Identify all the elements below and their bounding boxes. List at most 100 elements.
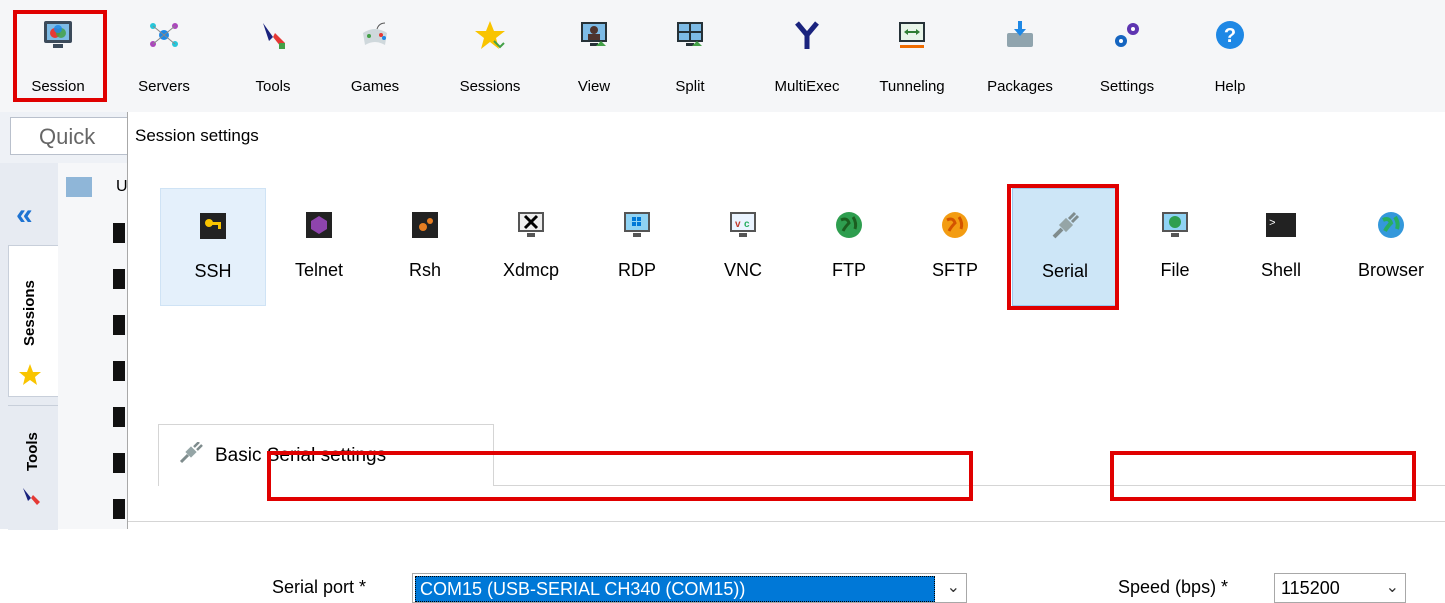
protocol-label: VNC bbox=[723, 260, 762, 280]
split-icon bbox=[673, 18, 707, 52]
tree-item-icon[interactable] bbox=[113, 499, 125, 519]
globe-icon bbox=[834, 210, 864, 240]
file-monitor-icon bbox=[1160, 210, 1190, 240]
protocol-label: SFTP bbox=[931, 260, 978, 280]
serial-port-value: COM15 (USB-SERIAL CH340 (COM15)) bbox=[415, 576, 935, 602]
tree-root-label: U bbox=[116, 178, 128, 195]
toolbar-servers-button[interactable]: Servers bbox=[126, 8, 202, 102]
tunneling-icon bbox=[895, 18, 929, 52]
toolbar-label: Split bbox=[675, 78, 705, 95]
vnc-icon: vc bbox=[728, 210, 758, 240]
serial-plug-icon bbox=[1050, 211, 1080, 241]
protocol-file[interactable]: File bbox=[1122, 188, 1228, 306]
gears-icon bbox=[1110, 18, 1144, 52]
key-icon bbox=[198, 211, 228, 241]
browser-globe-icon bbox=[1376, 210, 1406, 240]
multiexec-icon bbox=[790, 18, 824, 52]
chevron-down-icon[interactable]: ⌄ bbox=[1386, 577, 1399, 597]
quick-connect-text: Quick bbox=[39, 124, 96, 149]
tree-item-icon[interactable] bbox=[113, 269, 125, 289]
globe-orange-icon bbox=[940, 210, 970, 240]
protocol-label: Xdmcp bbox=[502, 260, 560, 280]
toolbar-multiexec-button[interactable]: MultiExec bbox=[762, 8, 852, 102]
protocol-vnc[interactable]: vc VNC bbox=[690, 188, 796, 306]
protocol-selector: SSH Telnet Rsh Xdmcp RDP vc VNC FTP SFTP bbox=[158, 188, 1445, 308]
toolbar-split-button[interactable]: Split bbox=[660, 8, 720, 102]
collapse-sidebar-icon[interactable]: « bbox=[16, 198, 33, 232]
chevron-down-icon[interactable]: ⌄ bbox=[947, 577, 960, 597]
speed-label: Speed (bps) * bbox=[1118, 577, 1229, 597]
star-icon bbox=[18, 363, 42, 392]
toolbar-tools-button[interactable]: Tools bbox=[240, 8, 306, 102]
protocol-shell[interactable]: > Shell bbox=[1228, 188, 1334, 306]
sessions-tree: U bbox=[58, 163, 128, 529]
svg-text:v: v bbox=[735, 219, 741, 230]
terminal-icon: > bbox=[1266, 210, 1296, 240]
serial-port-select[interactable]: COM15 (USB-SERIAL CH340 (COM15)) ⌄ bbox=[412, 573, 967, 603]
toolbar-label: Tunneling bbox=[879, 78, 945, 95]
tools-icon bbox=[20, 486, 42, 513]
speed-select[interactable]: 115200 ⌄ bbox=[1274, 573, 1406, 603]
protocol-label: SSH bbox=[194, 261, 232, 281]
rdp-icon bbox=[622, 210, 652, 240]
servers-icon bbox=[147, 18, 181, 52]
packages-icon bbox=[1003, 18, 1037, 52]
session-settings-dialog: Session settings SSH Telnet Rsh Xdmcp RD… bbox=[127, 112, 1445, 603]
user-folder-icon bbox=[66, 177, 92, 197]
protocol-xdmcp[interactable]: Xdmcp bbox=[478, 188, 584, 306]
tree-item-icon[interactable] bbox=[113, 361, 125, 381]
toolbar-session-button[interactable]: Session bbox=[14, 8, 102, 102]
toolbar-games-button[interactable]: Games bbox=[340, 8, 410, 102]
toolbar-settings-button[interactable]: Settings bbox=[1082, 8, 1172, 102]
toolbar-view-button[interactable]: View bbox=[560, 8, 628, 102]
protocol-rdp[interactable]: RDP bbox=[584, 188, 690, 306]
star-icon bbox=[473, 18, 507, 52]
protocol-sftp[interactable]: SFTP bbox=[902, 188, 1008, 306]
protocol-telnet[interactable]: Telnet bbox=[266, 188, 372, 306]
telnet-icon bbox=[304, 210, 334, 240]
help-icon: ? bbox=[1213, 18, 1247, 52]
protocol-label: Browser bbox=[1357, 260, 1424, 280]
toolbar-label: Sessions bbox=[459, 78, 521, 95]
protocol-browser[interactable]: Browser bbox=[1334, 188, 1445, 306]
tree-item-icon[interactable] bbox=[113, 407, 125, 427]
toolbar-label: Settings bbox=[1099, 78, 1155, 95]
protocol-label: FTP bbox=[832, 260, 866, 280]
quick-connect-input[interactable]: Quick bbox=[10, 117, 128, 155]
games-icon bbox=[358, 18, 392, 52]
toolbar-label: View bbox=[577, 78, 611, 95]
protocol-ssh[interactable]: SSH bbox=[160, 188, 266, 306]
toolbar-tunneling-button[interactable]: Tunneling bbox=[866, 8, 958, 102]
protocol-ftp[interactable]: FTP bbox=[796, 188, 902, 306]
toolbar-label: Packages bbox=[987, 78, 1053, 95]
settings-tabs: Basic Serial settings bbox=[158, 424, 1445, 530]
tab-basic-serial-settings[interactable]: Basic Serial settings bbox=[158, 424, 494, 486]
toolbar-sessions-button[interactable]: Sessions bbox=[440, 8, 540, 102]
xdmcp-icon bbox=[516, 210, 546, 240]
protocol-rsh[interactable]: Rsh bbox=[372, 188, 478, 306]
toolbar-help-button[interactable]: ? Help bbox=[1200, 8, 1260, 102]
toolbar-packages-button[interactable]: Packages bbox=[974, 8, 1066, 102]
protocol-label: Shell bbox=[1260, 260, 1302, 280]
toolbar-label: Help bbox=[1214, 78, 1246, 95]
serial-port-label: Serial port * bbox=[272, 577, 367, 597]
toolbar-label: Session bbox=[31, 78, 85, 95]
svg-text:c: c bbox=[744, 219, 750, 230]
protocol-label: Serial bbox=[1041, 261, 1089, 281]
toolbar-label: Tools bbox=[255, 78, 291, 95]
tree-item-icon[interactable] bbox=[113, 223, 125, 243]
tab-sessions[interactable]: Sessions bbox=[8, 245, 60, 397]
toolbar-label: Servers bbox=[138, 78, 190, 95]
serial-plug-icon bbox=[179, 440, 203, 470]
protocol-serial[interactable]: Serial bbox=[1012, 188, 1118, 306]
session-icon bbox=[41, 18, 75, 52]
svg-text:>: > bbox=[1269, 218, 1276, 230]
tab-tools[interactable]: Tools bbox=[8, 405, 58, 530]
tree-item-icon[interactable] bbox=[113, 453, 125, 473]
view-icon bbox=[577, 18, 611, 52]
tools-icon bbox=[256, 18, 290, 52]
tab-tools-label: Tools bbox=[24, 432, 41, 471]
toolbar-label: MultiExec bbox=[774, 78, 840, 95]
tree-item-icon[interactable] bbox=[113, 315, 125, 335]
toolbar-label: Games bbox=[350, 78, 400, 95]
